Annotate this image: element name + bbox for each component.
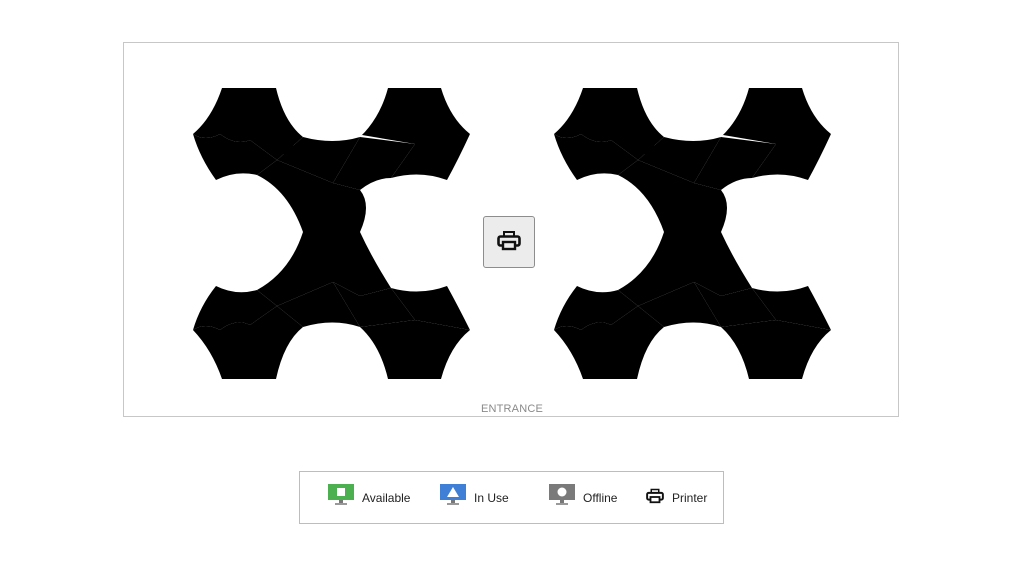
printer-icon bbox=[646, 487, 664, 509]
legend-item-offline: Offline bbox=[549, 472, 617, 523]
legend-item-printer: Printer bbox=[646, 472, 707, 523]
monitor-in-use-icon bbox=[440, 484, 466, 511]
legend-label: Offline bbox=[583, 490, 618, 505]
legend: Available In Use Offline Printer bbox=[299, 471, 724, 524]
legend-label: Printer bbox=[672, 490, 708, 505]
printer-icon bbox=[497, 229, 521, 256]
monitor-offline-icon bbox=[549, 484, 575, 511]
entrance-label: ENTRANCE bbox=[480, 403, 544, 415]
legend-item-in-use: In Use bbox=[440, 472, 509, 523]
printer-station[interactable] bbox=[483, 216, 535, 268]
pod-left bbox=[193, 88, 470, 379]
monitor-available-icon bbox=[328, 484, 354, 511]
legend-label: In Use bbox=[474, 490, 509, 505]
pod-right bbox=[554, 88, 831, 379]
legend-item-available: Available bbox=[328, 472, 410, 523]
legend-label: Available bbox=[362, 490, 411, 505]
